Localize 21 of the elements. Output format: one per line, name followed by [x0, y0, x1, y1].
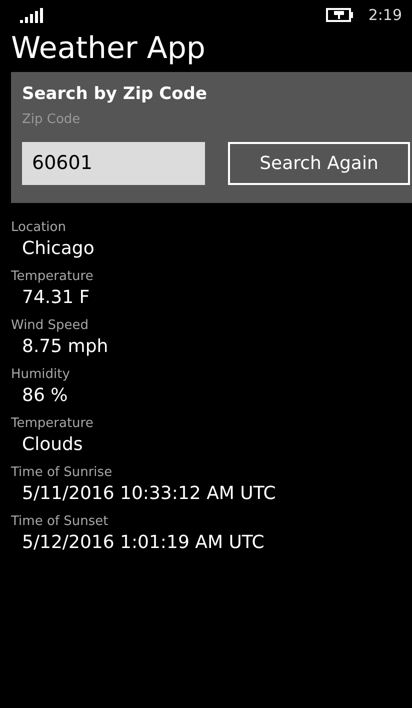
battery-charging-icon — [326, 8, 354, 22]
field-value: Clouds — [22, 432, 84, 456]
field-value: 5/11/2016 10:33:12 AM UTC — [22, 482, 277, 506]
field-label: Temperature — [11, 268, 94, 284]
field-value: Chicago — [22, 236, 96, 260]
field-value: 5/12/2016 1:01:19 AM UTC — [22, 530, 266, 554]
field-label: Time of Sunrise — [11, 464, 114, 480]
field-value: 86 % — [22, 384, 69, 408]
clock-time: 2:19 — [368, 4, 402, 26]
search-again-button[interactable]: Search Again — [228, 142, 410, 184]
field-value: 74.31 F — [22, 286, 91, 310]
field-label: Time of Sunset — [11, 512, 110, 530]
field-label: Zip Code — [22, 111, 82, 129]
field-value: 8.75 mph — [22, 334, 110, 358]
field-label: Humidity — [11, 366, 71, 382]
zip-code-field[interactable]: 60601 — [22, 142, 205, 184]
field-label: Location — [11, 218, 67, 236]
app-title: Weather App — [11, 30, 206, 68]
field-label: Temperature — [11, 414, 94, 432]
panel-heading: Search by Zip Code — [22, 83, 208, 106]
field-label: Wind Speed — [11, 316, 90, 334]
